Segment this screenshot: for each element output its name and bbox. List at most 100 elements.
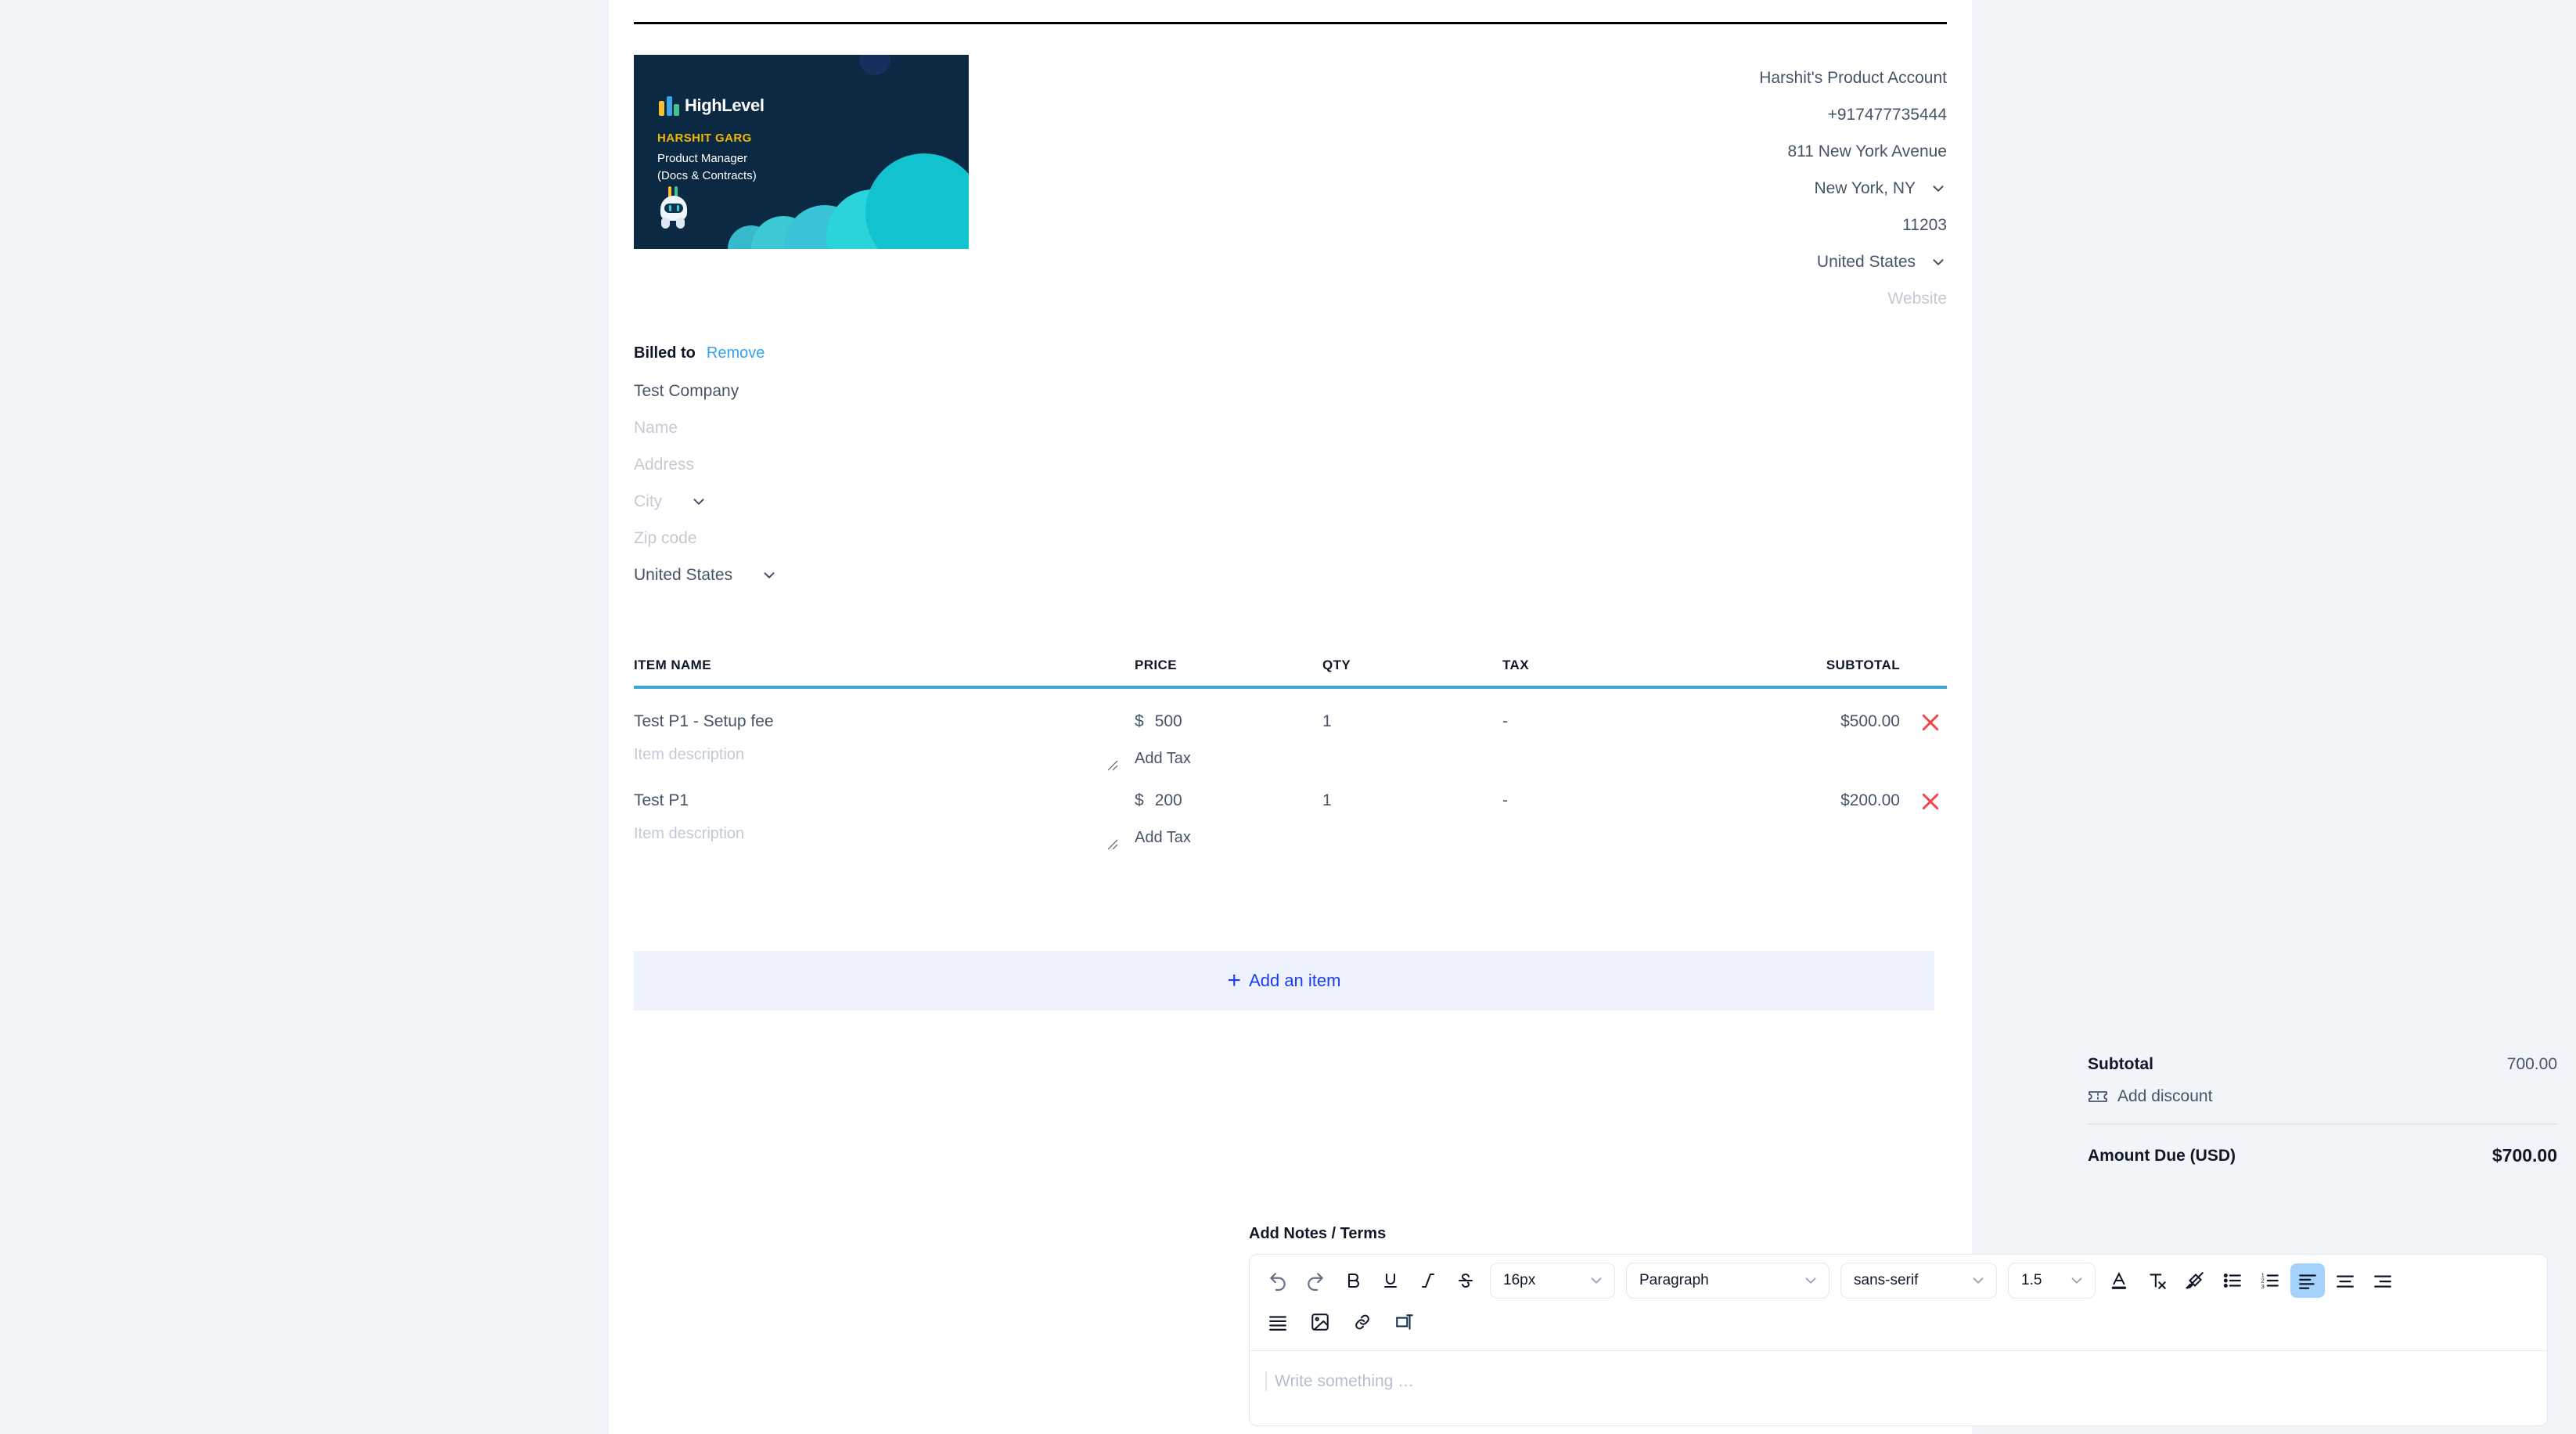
editor-placeholder: Write something …	[1265, 1371, 2531, 1391]
item-subtotal-value: $200.00	[1737, 791, 1947, 847]
billed-to-title: Billed to	[634, 344, 696, 362]
amount-due-label: Amount Due (USD)	[2088, 1147, 2236, 1166]
font-family-select[interactable]: sans-serif	[1840, 1263, 1997, 1299]
subtotal-label: Subtotal	[2088, 1055, 2153, 1074]
table-header-row: ITEM NAME PRICE QTY TAX SUBTOTAL	[634, 658, 1947, 686]
decorative-cloud	[859, 55, 890, 75]
column-header-subtotal: SUBTOTAL	[1737, 658, 1947, 673]
textarea-resize-handle[interactable]	[1103, 835, 1119, 851]
invoice-builder-page: HighLevel HARSHIT GARG Product Manager (…	[0, 0, 2576, 1434]
undo-icon[interactable]	[1261, 1263, 1295, 1298]
sender-country-value: United States	[1817, 243, 1916, 280]
page-break-icon[interactable]	[1387, 1305, 1422, 1339]
invoice-document-card: HighLevel HARSHIT GARG Product Manager (…	[609, 0, 1972, 1434]
align-left-icon[interactable]	[2290, 1263, 2325, 1298]
logo-role-line2: (Docs & Contracts)	[657, 169, 757, 182]
item-qty-input[interactable]: 1	[1322, 791, 1502, 847]
insert-image-icon[interactable]	[1303, 1305, 1337, 1339]
sender-phone[interactable]: +917477735444	[1828, 96, 1947, 133]
font-size-select[interactable]: 16px	[1490, 1263, 1615, 1299]
item-tax-value: -	[1502, 791, 1737, 847]
item-price-input[interactable]: $ 200	[1135, 791, 1322, 810]
font-size-value: 16px	[1503, 1272, 1535, 1289]
sender-country-select[interactable]: United States	[1817, 243, 1947, 280]
font-family-value: sans-serif	[1854, 1272, 1918, 1289]
item-name-input[interactable]: Test P1 - Setup fee	[634, 712, 1135, 731]
item-qty-input[interactable]: 1	[1322, 712, 1502, 768]
logo-person-name: HARSHIT GARG	[657, 132, 752, 145]
item-price-value: 500	[1155, 712, 1182, 731]
item-price-input[interactable]: $ 500	[1135, 712, 1322, 731]
item-name-cell: Test P1 Item description	[634, 791, 1135, 847]
align-right-icon[interactable]	[2366, 1263, 2400, 1298]
sender-address[interactable]: 811 New York Avenue	[1787, 133, 1947, 170]
billed-address-input[interactable]: Address	[634, 446, 1182, 483]
insert-link-icon[interactable]	[1345, 1305, 1380, 1339]
item-price-cell: $ 200 Add Tax	[1135, 791, 1322, 847]
billed-country-select[interactable]: United States	[634, 557, 1182, 593]
column-header-qty: QTY	[1322, 658, 1502, 673]
sender-zip[interactable]: 11203	[1902, 207, 1947, 243]
sender-account-name[interactable]: Harshit's Product Account	[1759, 59, 1947, 96]
document-header: HighLevel HARSHIT GARG Product Manager (…	[609, 55, 1972, 317]
item-description-input[interactable]: Item description	[634, 825, 1135, 843]
billed-city-select[interactable]: City	[634, 483, 1182, 520]
column-header-price: PRICE	[1135, 658, 1322, 673]
editor-toolbar-row-2	[1250, 1305, 2547, 1350]
item-price-value: 200	[1155, 791, 1182, 810]
item-name-cell: Test P1 - Setup fee Item description	[634, 712, 1135, 768]
top-divider	[634, 22, 1947, 24]
delete-item-icon[interactable]	[1919, 711, 1942, 734]
item-tax-value: -	[1502, 712, 1737, 768]
line-height-select[interactable]: 1.5	[2008, 1263, 2096, 1299]
highlevel-logo: HighLevel	[657, 95, 765, 116]
item-description-input[interactable]: Item description	[634, 746, 1135, 764]
sender-city-state-select[interactable]: New York, NY	[1814, 170, 1947, 207]
currency-symbol: $	[1135, 791, 1144, 810]
line-height-value: 1.5	[2021, 1272, 2042, 1289]
align-justify-icon[interactable]	[1261, 1305, 1295, 1339]
clear-formatting-icon[interactable]	[2140, 1263, 2175, 1298]
underline-icon[interactable]	[1373, 1263, 1408, 1298]
subtotal-row: Subtotal 700.00	[2088, 1055, 2557, 1074]
coupon-icon	[2088, 1089, 2108, 1104]
billed-company-input[interactable]: Test Company	[634, 373, 1182, 409]
totals-divider	[2088, 1123, 2557, 1125]
block-format-value: Paragraph	[1639, 1272, 1709, 1289]
company-logo-image[interactable]: HighLevel HARSHIT GARG Product Manager (…	[634, 55, 969, 249]
column-header-tax: TAX	[1502, 658, 1737, 673]
add-an-item-label: Add an item	[1249, 971, 1340, 991]
block-format-select[interactable]: Paragraph	[1626, 1263, 1829, 1299]
currency-symbol: $	[1135, 712, 1144, 731]
decorative-cloud	[865, 153, 969, 249]
align-center-icon[interactable]	[2328, 1263, 2362, 1298]
add-tax-button[interactable]: Add Tax	[1135, 750, 1322, 768]
remove-billed-to-button[interactable]: Remove	[707, 344, 765, 362]
table-row: Test P1 Item description $ 200 Add Tax 1…	[634, 768, 1947, 847]
chevron-down-icon	[690, 493, 707, 510]
item-name-input[interactable]: Test P1	[634, 791, 1135, 810]
notes-terms-section: Add Notes / Terms	[1249, 1225, 2548, 1426]
svg-text:3: 3	[2261, 1283, 2265, 1290]
remove-highlight-icon[interactable]	[2178, 1263, 2212, 1298]
text-color-icon[interactable]	[2103, 1263, 2137, 1298]
numbered-list-icon[interactable]: 123	[2253, 1263, 2287, 1298]
bullet-list-icon[interactable]	[2215, 1263, 2250, 1298]
redo-icon[interactable]	[1298, 1263, 1333, 1298]
strikethrough-icon[interactable]	[1448, 1263, 1483, 1298]
add-tax-button[interactable]: Add Tax	[1135, 829, 1322, 847]
item-subtotal-value: $500.00	[1737, 712, 1947, 768]
add-an-item-button[interactable]: + Add an item	[634, 951, 1934, 1011]
robot-mascot-icon	[657, 185, 690, 229]
logo-role-line1: Product Manager	[657, 152, 747, 165]
editor-content-area[interactable]: Write something …	[1250, 1350, 2547, 1425]
amount-due-row: Amount Due (USD) $700.00	[2088, 1145, 2557, 1166]
sender-website-input[interactable]: Website	[1888, 280, 1947, 317]
bold-icon[interactable]	[1336, 1263, 1370, 1298]
italic-icon[interactable]	[1411, 1263, 1445, 1298]
delete-item-icon[interactable]	[1919, 790, 1942, 813]
line-items-table: ITEM NAME PRICE QTY TAX SUBTOTAL Test P1…	[634, 658, 1947, 847]
billed-name-input[interactable]: Name	[634, 409, 1182, 446]
add-discount-button[interactable]: Add discount	[2088, 1087, 2557, 1106]
billed-zip-input[interactable]: Zip code	[634, 520, 1182, 557]
